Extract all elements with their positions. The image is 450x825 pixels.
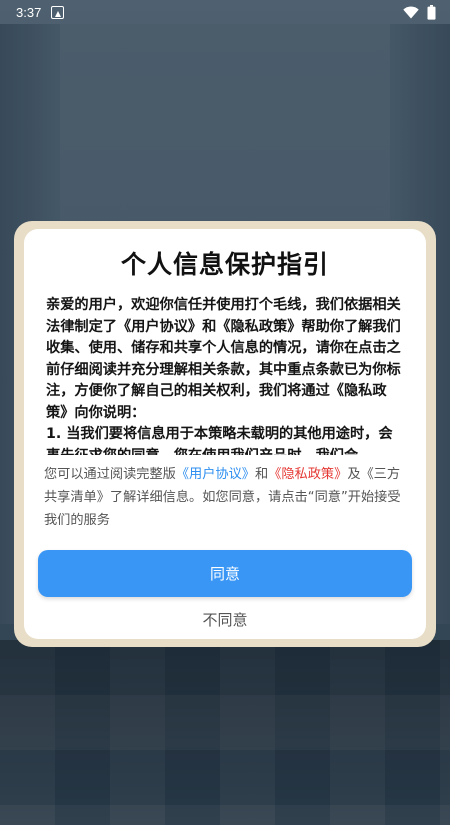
battery-icon — [427, 4, 436, 20]
dialog-body-text[interactable]: 亲爱的用户，欢迎你信任并使用打个毛线，我们依据相关法律制定了《用户协议》和《隐私… — [46, 295, 406, 455]
summary-and: 和 — [255, 467, 269, 482]
user-agreement-link[interactable]: 《用户协议》 — [176, 467, 255, 482]
status-bar: 3:37 — [0, 0, 450, 24]
app-notification-icon — [51, 5, 65, 19]
dialog-summary: 您可以通过阅读完整版《用户协议》和《隐私政策》及《三方共享清单》了解详细信息。如… — [44, 463, 408, 532]
dialog-body-content: 亲爱的用户，欢迎你信任并使用打个毛线，我们依据相关法律制定了《用户协议》和《隐私… — [46, 297, 401, 455]
disagree-button[interactable]: 不同意 — [24, 609, 426, 633]
summary-prefix: 您可以通过阅读完整版 — [44, 467, 176, 482]
wifi-icon — [403, 5, 419, 18]
status-time: 3:37 — [16, 4, 42, 20]
dialog-title: 个人信息保护指引 — [120, 250, 329, 279]
privacy-policy-link[interactable]: 《隐私政策》 — [268, 467, 347, 482]
agree-button[interactable]: 同意 — [38, 550, 412, 597]
privacy-dialog: 个人信息保护指引 亲爱的用户，欢迎你信任并使用打个毛线，我们依据相关法律制定了《… — [24, 229, 426, 639]
